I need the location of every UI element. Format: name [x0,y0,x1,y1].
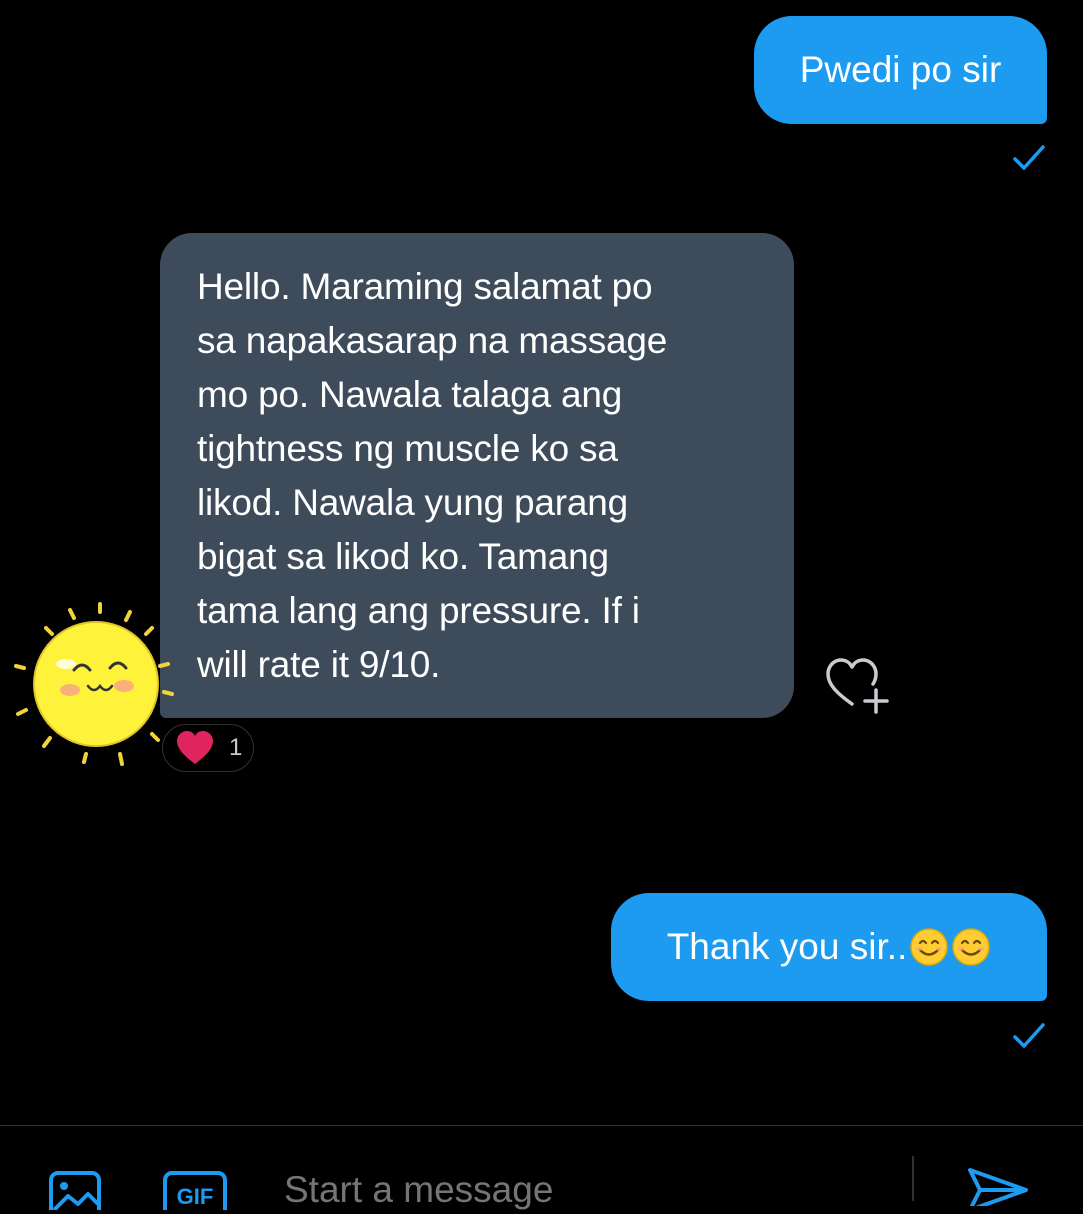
gif-icon[interactable]: GIF [162,1170,228,1210]
send-icon[interactable] [966,1166,1030,1206]
message-text: Thank you sir.. [666,926,908,967]
outgoing-message-bubble[interactable]: Thank you sir.. [611,893,1047,1001]
heart-icon [177,731,213,764]
outgoing-message-bubble[interactable]: Pwedi po sir [754,16,1047,124]
image-icon[interactable] [46,1170,104,1210]
reaction-badge[interactable]: 1 [162,724,254,772]
sun-sticker-avatar [14,602,174,766]
svg-text:GIF: GIF [177,1184,214,1209]
sent-check-icon [1013,145,1045,170]
incoming-message-bubble[interactable]: Hello. Maraming salamat po sa napakasara… [160,233,794,718]
message-text: Pwedi po sir [799,49,1002,90]
conversation-thread: Pwedi po sir Hello. Maraming salamat po … [0,0,1083,1125]
composer-divider [912,1156,914,1201]
smiling-face-icon [910,928,949,966]
message-input[interactable] [284,1166,894,1214]
sent-check-icon [1013,1023,1045,1048]
message-composer: GIF [0,1125,1083,1214]
smiling-face-icon [952,928,991,966]
reaction-count: 1 [229,734,243,761]
add-reaction-icon[interactable] [822,654,892,714]
